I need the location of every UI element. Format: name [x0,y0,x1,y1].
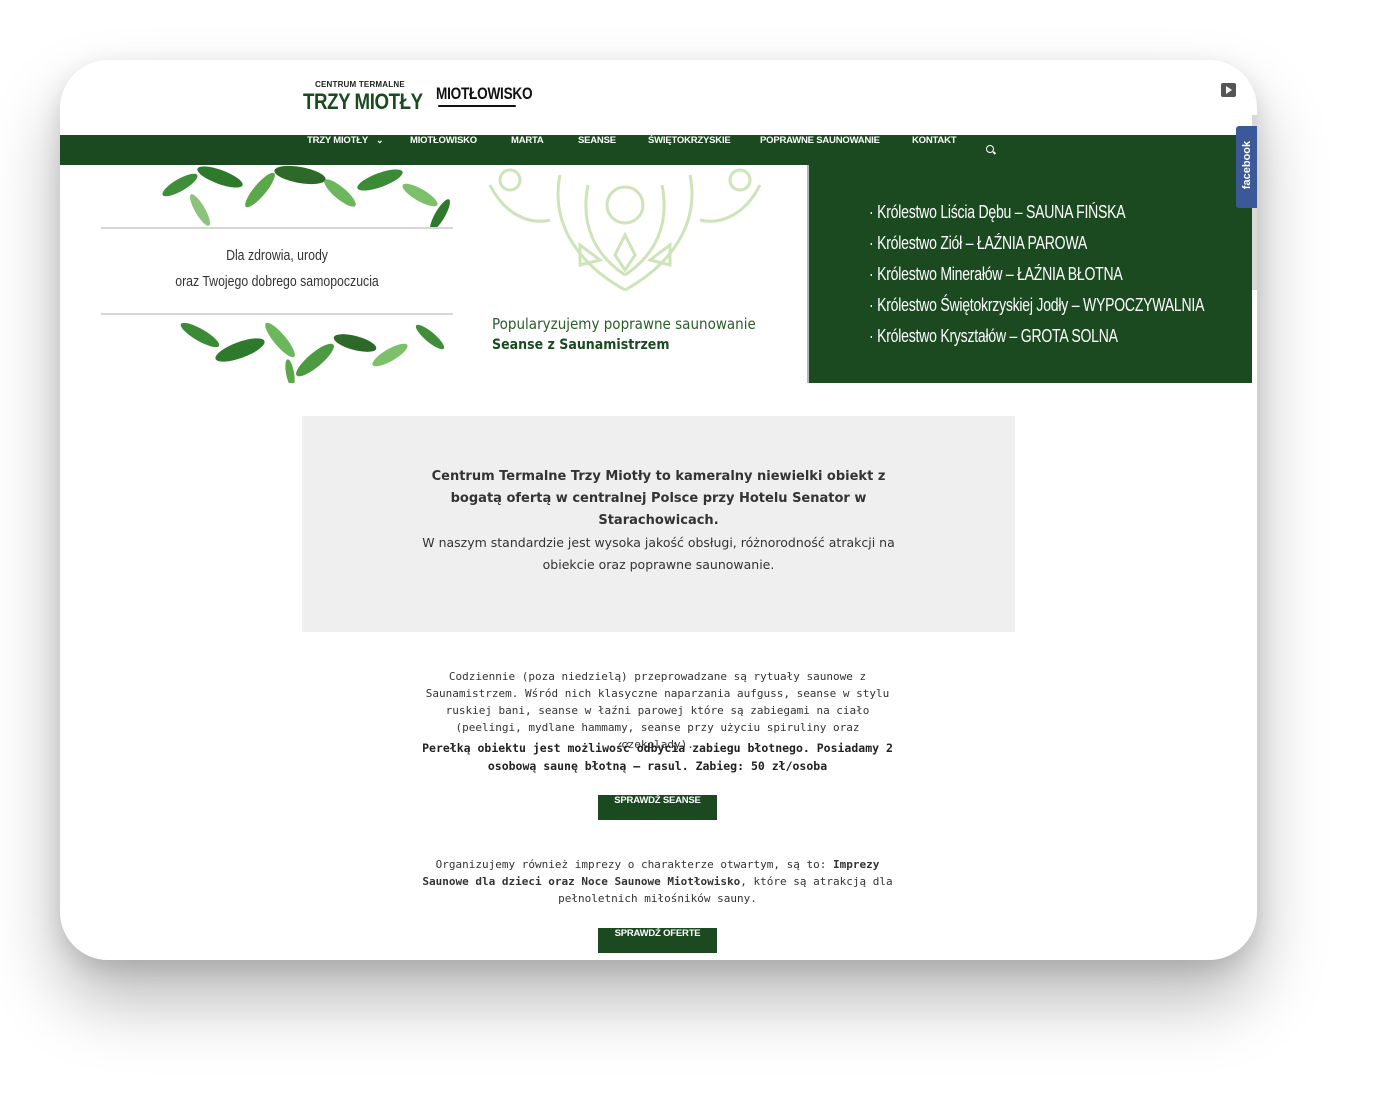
intro-bold-text: Centrum Termalne Trzy Miotły to kameraln… [431,469,886,528]
rituals-highlight: Perełką obiektu jest możliwość odbycia z… [422,741,893,773]
logo-miotlowisko[interactable]: MIOTŁOWISKO [436,84,533,104]
intro-normal-text: W naszym standardzie jest wysoka jakość … [422,535,895,572]
kingdom-item: · Królestwo Ziół – ŁAŹNIA PAROWA [869,233,1087,253]
kingdom-item: · Królestwo Kryształów – GROTA SOLNA [869,326,1118,346]
logo-subtitle: CENTRUM TERMALNE [315,80,405,89]
chevron-down-icon[interactable]: ⌄ [376,135,384,146]
kingdom-item: · Królestwo Liścia Dębu – SAUNA FIŃSKA [869,202,1126,222]
tagline-popularize: Popularyzujemy poprawne saunowanie [492,315,756,333]
events-text: Organizujemy również imprezy o charakter… [420,856,895,907]
logo-broom-underline [438,105,516,107]
play-icon[interactable] [1221,83,1236,97]
nav-item-poprawne-saunowanie[interactable]: POPRAWNE SAUNOWANIE [760,135,880,165]
nav-item-trzy-mioty[interactable]: TRZY MIOTŁY ⌄ [307,135,384,165]
kingdom-item: · Królestwo Minerałów – ŁAŹNIA BŁOTNA [869,264,1123,284]
events-text-start: Organizujemy również imprezy o charakter… [435,858,833,871]
facebook-tab[interactable]: facebook [1236,126,1257,208]
search-icon[interactable] [986,145,994,153]
tagline-card: Dla zdrowia, urody oraz Twojego dobrego … [101,227,453,315]
nav-item-swietokrzyskie[interactable]: ŚWIĘTOKRZYSKIE [648,135,731,165]
logo-trzy-mioty[interactable]: CENTRUM TERMALNE TRZY MIOTŁY [303,80,423,114]
nav-item-marta[interactable]: MARTA [511,135,544,165]
kingdom-item: · Królestwo Świętokrzyskiej Jodły – WYPO… [869,295,1205,315]
nav-item-miotlowisko[interactable]: MIOTŁOWISKO [410,135,477,165]
tagline-line-2: oraz Twojego dobrego samopoczucia [175,273,379,290]
intro-box: Centrum Termalne Trzy Miotły to kameraln… [302,416,1015,632]
logo-title: TRZY MIOTŁY [303,89,423,114]
tagline-line-1: Dla zdrowia, urody [226,247,328,264]
main-nav: TRZY MIOTŁY ⌄ MIOTŁOWISKO MARTA SEANSE ŚW… [60,135,1257,165]
browser-frame: CENTRUM TERMALNE TRZY MIOTŁY MIOTŁOWISKO… [60,60,1257,960]
panel-edge [807,165,809,383]
nav-item-seanse[interactable]: SEANSE [578,135,616,165]
mandala-ornament [488,168,762,292]
hero-banner: Dla zdrowia, urody oraz Twojego dobrego … [60,165,1257,383]
kingdoms-panel: · Królestwo Liścia Dębu – SAUNA FIŃSKA ·… [807,165,1252,383]
nav-item-kontakt[interactable]: KONTAKT [912,135,957,165]
check-offer-button[interactable]: SPRAWDŹ OFERTE [598,928,717,953]
tagline-sessions: Seanse z Saunamistrzem [492,337,670,353]
facebook-label: facebook [1241,140,1253,190]
nav-item-label: TRZY MIOTŁY [307,135,368,146]
check-sessions-button[interactable]: SPRAWDŹ SEANSE [598,795,717,820]
